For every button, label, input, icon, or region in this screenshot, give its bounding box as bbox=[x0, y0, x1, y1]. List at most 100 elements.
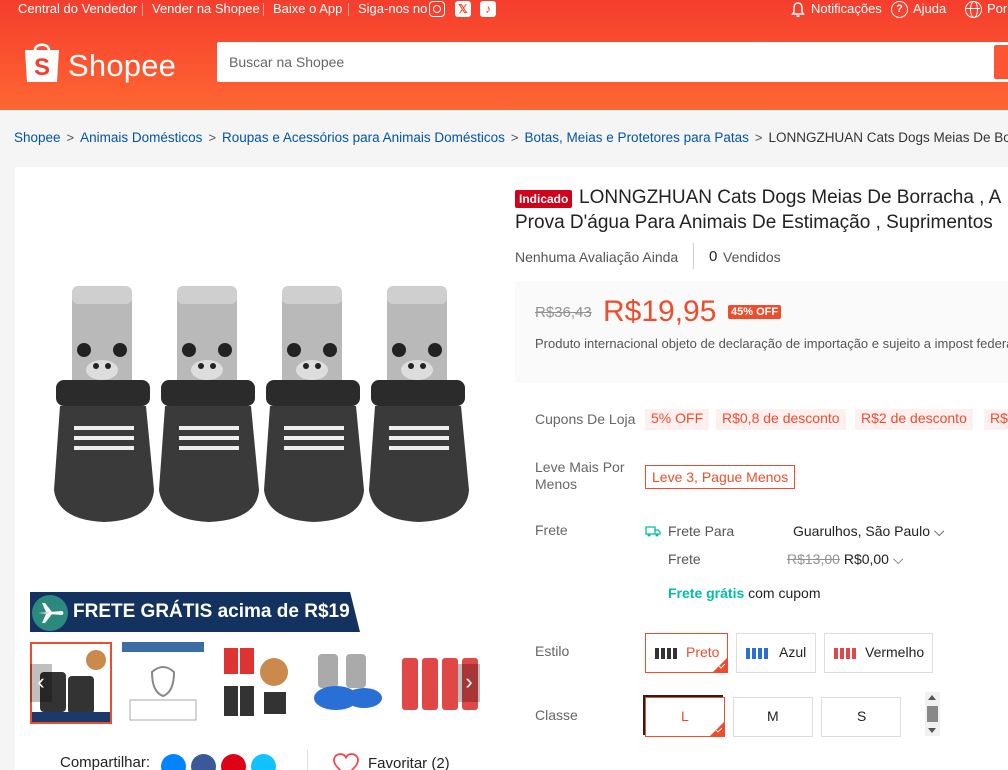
sold-label: Vendidos bbox=[723, 249, 781, 265]
language-selector[interactable]: Por bbox=[987, 1, 1007, 16]
red-socks-swatch bbox=[834, 648, 856, 659]
bell-icon[interactable] bbox=[791, 2, 805, 18]
ship-destination[interactable]: Guarulhos, São Paulo ⌵ bbox=[793, 523, 945, 540]
product-title: LONNGZHUAN Cats Dogs Meias De Borracha ,… bbox=[579, 187, 1002, 208]
original-price: R$36,43 bbox=[535, 304, 592, 321]
seller-center-link[interactable]: Central do Vendedor bbox=[18, 1, 137, 16]
breadcrumb: Shopee > Animais Domésticos > Roupas e Acess… bbox=[14, 130, 1008, 145]
shipping-label: Frete bbox=[535, 522, 568, 538]
thumbnail-3[interactable] bbox=[214, 642, 296, 724]
import-note: Produto internacional objeto de declaraç… bbox=[535, 336, 1008, 351]
rating-status: Nenhuma Avaliação Ainda bbox=[515, 249, 679, 265]
sold-count: 0 bbox=[709, 248, 718, 265]
scroll-up-icon[interactable] bbox=[928, 695, 936, 700]
blue-socks-swatch bbox=[746, 648, 768, 659]
coupon-3[interactable]: R$2 de desconto bbox=[855, 409, 973, 430]
download-app-link[interactable]: Baixe o App bbox=[273, 1, 342, 16]
checkmark-icon bbox=[710, 722, 724, 736]
divider bbox=[307, 750, 308, 770]
notifications-link[interactable]: Notificações bbox=[811, 1, 882, 16]
current-price: R$19,95 bbox=[603, 295, 717, 328]
chevron-right-icon: > bbox=[66, 130, 75, 145]
ship-fee-label: Frete bbox=[668, 551, 701, 567]
scroll-down-icon[interactable] bbox=[928, 728, 936, 733]
follow-label: Siga-nos no bbox=[358, 1, 428, 16]
header: Central do Vendedor Vender na Shopee Bai… bbox=[0, 0, 1008, 110]
divider bbox=[348, 3, 349, 16]
product-main-image[interactable] bbox=[30, 190, 480, 640]
thumbnail-4[interactable] bbox=[306, 642, 388, 724]
x-twitter-icon[interactable]: 𝕏 bbox=[455, 1, 471, 17]
size-option-s[interactable]: S bbox=[821, 697, 901, 737]
search-button[interactable] bbox=[994, 45, 1008, 79]
free-shipping-note: Frete grátis com cupom bbox=[668, 585, 821, 601]
size-option-m[interactable]: M bbox=[733, 697, 813, 737]
style-option-azul[interactable]: Azul bbox=[736, 633, 816, 673]
breadcrumb-clothes[interactable]: Roupas e Acessórios para Animais Domésti… bbox=[222, 130, 505, 145]
topbar: Central do Vendedor Vender na Shopee Bai… bbox=[0, 0, 1008, 20]
destination-text: Guarulhos, São Paulo bbox=[793, 523, 930, 539]
chevron-down-icon: ⌵ bbox=[892, 551, 904, 567]
favorite-count[interactable]: Favoritar (2) bbox=[368, 755, 450, 770]
free-shipping-suffix: com cupom bbox=[748, 585, 821, 601]
chevron-right-icon: > bbox=[754, 130, 763, 145]
help-icon[interactable]: ? bbox=[891, 1, 908, 18]
product-title-line2: Prova D'água Para Animais De Estimação ,… bbox=[515, 212, 993, 233]
thumbnail-prev-arrow[interactable]: ‹ bbox=[30, 664, 52, 702]
coupon-4[interactable]: R$ bbox=[984, 409, 1008, 430]
svg-text:S: S bbox=[34, 54, 50, 81]
breadcrumb-shopee[interactable]: Shopee bbox=[14, 130, 61, 145]
scroll-thumb[interactable] bbox=[927, 706, 938, 722]
search-input[interactable] bbox=[217, 42, 987, 82]
size-option-label: M bbox=[767, 708, 779, 724]
ship-to-label: Frete Para bbox=[668, 523, 735, 539]
style-option-vermelho[interactable]: Vermelho bbox=[824, 633, 933, 673]
ship-fee-old: R$13,00 bbox=[787, 551, 840, 567]
options-scrollbar[interactable] bbox=[925, 692, 940, 736]
chevron-right-icon: > bbox=[208, 130, 217, 145]
price-section bbox=[515, 281, 1008, 383]
style-label: Estilo bbox=[535, 643, 570, 659]
shopping-bag-icon: S bbox=[25, 43, 59, 82]
airplane-icon bbox=[32, 595, 68, 631]
thumbnail-next-arrow[interactable]: › bbox=[458, 664, 480, 702]
divider bbox=[142, 3, 143, 16]
logo-text: Shopee bbox=[68, 48, 177, 83]
checkmark-icon bbox=[713, 658, 727, 672]
coupon-2[interactable]: R$0,8 de desconto bbox=[716, 409, 846, 430]
style-option-label: Vermelho bbox=[865, 644, 925, 660]
globe-icon[interactable] bbox=[965, 1, 982, 18]
discount-badge: 45% OFF bbox=[728, 305, 782, 319]
breadcrumb-current: LONNGZHUAN Cats Dogs Meias De Borrac bbox=[768, 130, 1008, 145]
free-shipping-highlight: Frete grátis bbox=[668, 585, 745, 601]
deal-label: Leve Mais Por Menos bbox=[535, 459, 625, 492]
instagram-icon[interactable] bbox=[429, 1, 445, 17]
size-label: Classe bbox=[535, 707, 578, 723]
coupons-label: Cupons De Loja bbox=[535, 411, 636, 427]
thumbnail-2[interactable] bbox=[122, 642, 204, 724]
help-link[interactable]: Ajuda bbox=[913, 1, 946, 16]
size-option-label: S bbox=[857, 708, 867, 724]
divider bbox=[693, 243, 694, 269]
breadcrumb-boots[interactable]: Botas, Meias e Protetores para Patas bbox=[525, 130, 749, 145]
breadcrumb-pets[interactable]: Animais Domésticos bbox=[80, 130, 202, 145]
size-option-label: L bbox=[681, 708, 689, 724]
free-shipping-banner: FRETE GRÁTIS acima de R$19 bbox=[30, 592, 360, 632]
ship-fee-new: R$0,00 bbox=[843, 551, 889, 567]
heart-icon[interactable] bbox=[333, 753, 359, 770]
share-label: Compartilhar: bbox=[60, 754, 151, 770]
thumbnail-strip: ‹ › bbox=[30, 642, 482, 724]
size-option-l[interactable]: L bbox=[645, 697, 725, 737]
ship-fee-values[interactable]: R$13,00 R$0,00 ⌵ bbox=[787, 551, 904, 568]
free-shipping-text: FRETE GRÁTIS acima de R$19 bbox=[73, 601, 350, 622]
black-socks-swatch bbox=[655, 648, 677, 659]
style-option-label: Azul bbox=[779, 644, 807, 660]
divider bbox=[263, 3, 264, 16]
tiktok-icon[interactable]: ♪ bbox=[480, 1, 496, 17]
sell-link[interactable]: Vender na Shopee bbox=[152, 1, 260, 16]
dog-socks-illustration bbox=[54, 286, 469, 522]
style-option-preto[interactable]: Preto bbox=[645, 633, 728, 673]
chevron-right-icon: > bbox=[510, 130, 519, 145]
coupon-1[interactable]: 5% OFF bbox=[645, 409, 710, 430]
deal-tag[interactable]: Leve 3, Pague Menos bbox=[645, 465, 796, 489]
